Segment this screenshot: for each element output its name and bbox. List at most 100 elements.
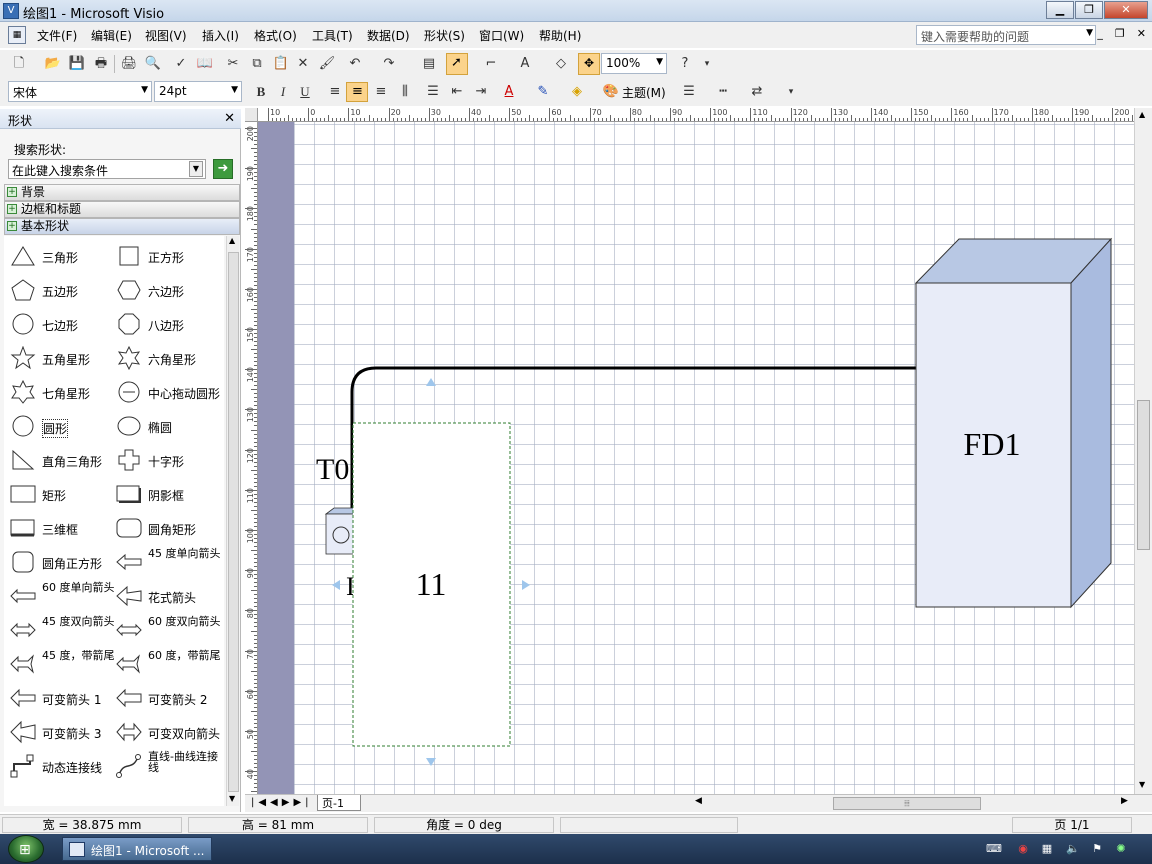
taskbar-window-button[interactable]: 绘图1 - Microsoft ... <box>62 837 212 861</box>
italic-button[interactable]: I <box>274 83 292 101</box>
scroll-thumb[interactable] <box>228 252 239 792</box>
drawing-tools-icon[interactable]: ◇ <box>552 55 570 73</box>
align-center-button[interactable]: ≡ <box>346 82 368 102</box>
fill-color-icon[interactable]: ◈ <box>568 83 586 101</box>
line-weight-icon[interactable]: ☰ <box>680 83 698 101</box>
resize-handle-right[interactable] <box>522 580 530 590</box>
open-icon[interactable]: 📂 <box>44 55 62 73</box>
scroll-left-icon[interactable]: ◀ <box>695 796 702 806</box>
zoom-select[interactable]: 100% ▼ <box>601 53 667 74</box>
theme-icon[interactable]: 🎨 <box>602 83 620 101</box>
menu-edit[interactable]: 编辑(E) <box>91 27 132 44</box>
page-tab-1[interactable]: 页-1 <box>317 795 361 811</box>
font-size-select[interactable]: 24pt ▼ <box>154 81 242 102</box>
justify-icon[interactable]: ⫼ <box>396 83 414 101</box>
page-navigation[interactable]: |◀◀▶▶| <box>251 797 313 808</box>
scroll-thumb[interactable] <box>1137 400 1150 550</box>
new-icon[interactable]: 🗋 <box>10 55 28 73</box>
theme-button[interactable]: 主题(M) <box>622 84 666 101</box>
menu-window[interactable]: 窗口(W) <box>479 27 524 44</box>
copy-icon[interactable]: ⧉ <box>248 55 266 73</box>
horizontal-scroll-thumb[interactable]: ⦙⦙⦙ <box>833 797 981 810</box>
action-center-icon[interactable]: ⚑ <box>1090 842 1104 856</box>
label-t0[interactable]: T0 <box>316 453 349 486</box>
shapes-panel-scrollbar[interactable]: ▲ ▼ <box>226 236 239 806</box>
delete-icon[interactable]: ✕ <box>294 55 312 73</box>
chevron-down-icon[interactable]: ▼ <box>231 85 238 95</box>
vertical-ruler[interactable]: 200 190 180 170 160 150 140 130 120 110 100 90 80 70 6… <box>245 122 258 794</box>
rectangle-text[interactable]: 11 <box>416 566 447 602</box>
box-text[interactable]: FD1 <box>964 426 1021 462</box>
format-painter-icon[interactable]: 🖌 <box>318 55 336 73</box>
increase-indent-icon[interactable]: ⇥ <box>472 83 490 101</box>
scroll-down-icon[interactable]: ▼ <box>1139 780 1145 789</box>
resize-handle-left[interactable] <box>332 580 340 590</box>
toolbar-options-icon[interactable]: ▾ <box>782 83 800 101</box>
scroll-up-icon[interactable]: ▲ <box>1139 110 1145 119</box>
redo-icon[interactable]: ↷ <box>380 55 398 73</box>
font-color-icon[interactable]: A <box>500 83 518 101</box>
help-search-input[interactable]: 键入需要帮助的问题 ▼ <box>916 25 1096 45</box>
close-button[interactable]: ✕ <box>1104 1 1148 19</box>
input-method-icon[interactable]: ◉ <box>1016 842 1030 856</box>
connection-point-button[interactable]: ✥ <box>578 53 600 75</box>
visio-app-icon[interactable]: V <box>3 3 19 19</box>
volume-icon[interactable]: 🔈 <box>1066 842 1080 856</box>
doc-restore-button[interactable]: ❐ <box>1115 27 1125 40</box>
selected-rectangle-shape[interactable]: 11 <box>352 422 511 747</box>
stencil-borders-titles[interactable]: + 边框和标题 <box>4 201 240 218</box>
doc-close-button[interactable]: ✕ <box>1137 27 1146 40</box>
scroll-down-icon[interactable]: ▼ <box>229 794 235 803</box>
scroll-right-icon[interactable]: ▶ <box>1121 796 1128 806</box>
start-button[interactable]: ⊞ <box>8 835 44 863</box>
research-icon[interactable]: 📖 <box>196 55 214 73</box>
help-icon[interactable]: ? <box>676 55 694 73</box>
search-shapes-input[interactable]: 在此键入搜索条件 ▼ <box>8 159 206 179</box>
undo-icon[interactable]: ↶ <box>346 55 364 73</box>
tray-app-icon[interactable]: ✺ <box>1114 842 1128 856</box>
menu-format[interactable]: 格式(O) <box>254 27 297 44</box>
document-icon[interactable]: ▦ <box>8 26 26 44</box>
vertical-scrollbar[interactable]: ▲ ▼ <box>1134 108 1152 794</box>
shapes-window-icon[interactable]: ▤ <box>420 55 438 73</box>
menu-view[interactable]: 视图(V) <box>145 27 187 44</box>
chevron-down-icon[interactable]: ▼ <box>1086 28 1093 38</box>
paste-icon[interactable]: 📋 <box>272 55 290 73</box>
ruler-corner[interactable] <box>245 108 258 122</box>
stencil-background[interactable]: + 背景 <box>4 184 240 201</box>
horizontal-ruler[interactable]: 10 0 10 20 30 40 50 60 70 80 90 100 110 120 130 140 150 1… <box>258 108 1134 122</box>
search-go-button[interactable]: ➜ <box>213 159 233 179</box>
stencil-basic-shapes[interactable]: + 基本形状 <box>4 218 240 235</box>
minimize-button[interactable]: ▁ <box>1046 1 1074 19</box>
scroll-up-icon[interactable]: ▲ <box>229 236 235 245</box>
toolbar-options-icon[interactable]: ▾ <box>698 55 716 73</box>
close-icon[interactable]: ✕ <box>224 111 235 126</box>
connector-tool-icon[interactable]: ⌐ <box>482 55 500 73</box>
menu-shape[interactable]: 形状(S) <box>424 27 465 44</box>
chevron-down-icon[interactable]: ▼ <box>141 85 148 95</box>
menu-insert[interactable]: 插入(I) <box>202 27 239 44</box>
pointer-tool-button[interactable]: ➚ <box>446 53 468 75</box>
line-pattern-icon[interactable]: ┅ <box>714 83 732 101</box>
underline-button[interactable]: U <box>296 83 314 101</box>
line-color-icon[interactable]: ✎ <box>534 83 552 101</box>
save-icon[interactable]: 💾 <box>68 55 86 73</box>
decrease-indent-icon[interactable]: ⇤ <box>448 83 466 101</box>
print-preview-icon[interactable]: 🔍 <box>144 55 162 73</box>
permission-icon[interactable]: 🖶 <box>92 55 110 73</box>
spelling-icon[interactable]: ✓ <box>172 55 190 73</box>
bold-button[interactable]: B <box>252 83 270 101</box>
line-ends-icon[interactable]: ⇄ <box>748 83 766 101</box>
font-name-select[interactable]: 宋体 ▼ <box>8 81 152 102</box>
chevron-down-icon[interactable]: ▼ <box>189 161 203 177</box>
print-icon[interactable]: 🖨 <box>120 55 138 73</box>
text-tool-icon[interactable]: A <box>516 55 534 73</box>
keyboard-icon[interactable]: ⌨ <box>986 842 1002 856</box>
chevron-down-icon[interactable]: ▼ <box>656 57 663 67</box>
menu-help[interactable]: 帮助(H) <box>539 27 581 44</box>
menu-tools[interactable]: 工具(T) <box>312 27 353 44</box>
align-right-icon[interactable]: ≡ <box>372 83 390 101</box>
diagram-layer[interactable]: T0 I 11 FD1 <box>294 122 1134 794</box>
resize-handle-bottom[interactable] <box>426 758 436 766</box>
3d-box-fd1[interactable]: FD1 <box>914 237 1113 609</box>
